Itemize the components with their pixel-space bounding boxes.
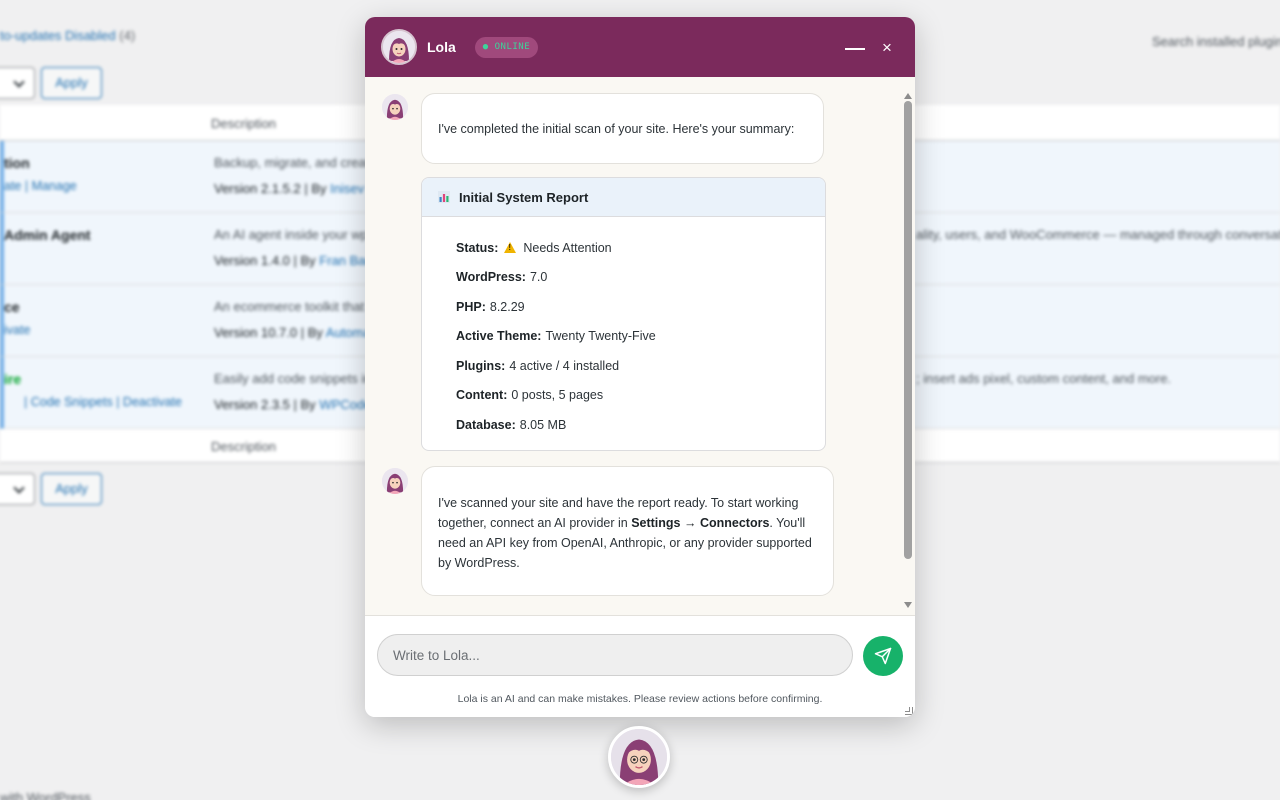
- composer: Lola is an AI and can make mistakes. Ple…: [365, 615, 915, 717]
- report-label: Status:: [456, 240, 499, 255]
- report-body: Status: Needs Attention WordPress: 7.0 P…: [422, 217, 825, 440]
- search-plugins-label: Search installed plugins: [1152, 34, 1280, 49]
- apply-button-bottom[interactable]: Apply: [41, 473, 102, 505]
- agent-avatar-icon: [611, 729, 667, 785]
- agent-message: I've completed the initial scan of your …: [421, 93, 824, 164]
- scroll-thumb[interactable]: [904, 101, 912, 559]
- system-report-card: Initial System Report Status: Needs Atte…: [421, 177, 826, 451]
- report-value: 8.2.29: [489, 299, 525, 314]
- agent-message: I've scanned your site and have the repo…: [421, 466, 834, 596]
- plugin-version: Version 10.7.0 | By Automat: [214, 325, 374, 340]
- online-status-badge: ● ONLINE: [474, 36, 539, 58]
- report-value: Twenty Twenty-Five: [545, 329, 656, 344]
- report-value: 7.0: [529, 270, 548, 285]
- plugin-description: Backup, migrate, and create: [214, 155, 377, 170]
- auto-updates-filter[interactable]: to-updates Disabled (4): [0, 28, 135, 43]
- auto-updates-count: (4): [119, 28, 136, 43]
- plugin-version: Version 2.3.5 | By WPCode: [214, 397, 371, 412]
- message-input[interactable]: [377, 634, 853, 676]
- report-label: Content:: [456, 388, 508, 403]
- report-label: Active Theme:: [456, 329, 542, 344]
- scroll-up-arrow-icon[interactable]: [904, 93, 912, 99]
- warning-icon: [504, 242, 517, 254]
- plugin-name: Admin Agent: [4, 227, 91, 243]
- send-button[interactable]: [863, 636, 903, 676]
- version-text: Version 10.7.0 | By: [214, 325, 323, 340]
- report-item-wordpress: WordPress: 7.0: [456, 263, 825, 293]
- chat-header: Lola ● ONLINE ×: [365, 17, 915, 77]
- chat-widget: Lola ● ONLINE × I've completed the initi…: [365, 17, 915, 717]
- plugin-actions[interactable]: | Code Snippets | Deactivate: [24, 395, 182, 409]
- report-label: Plugins:: [456, 358, 506, 373]
- version-text: Version 2.1.5.2 | By: [214, 181, 327, 196]
- report-label: WordPress:: [456, 270, 526, 285]
- plugin-description-tail: ality, users, and WooCommerce — managed …: [916, 227, 1280, 242]
- report-value: 4 active / 4 installed: [509, 358, 620, 373]
- plugin-description-tail: ; insert ads pixel, custom content, and …: [916, 371, 1172, 386]
- plugin-actions[interactable]: ate | Manage: [4, 179, 77, 193]
- plugin-name: ce: [4, 299, 20, 315]
- report-item-php: PHP: 8.2.29: [456, 292, 825, 322]
- report-header: Initial System Report: [422, 178, 825, 217]
- report-value: Needs Attention: [523, 240, 612, 255]
- apply-button-top[interactable]: Apply: [41, 67, 102, 99]
- report-value: 0 posts, 5 pages: [511, 388, 604, 403]
- scroll-down-arrow-icon[interactable]: [904, 602, 912, 608]
- ai-disclaimer: Lola is an AI and can make mistakes. Ple…: [457, 693, 823, 705]
- plugin-actions[interactable]: ivate: [4, 323, 30, 337]
- send-icon: [874, 647, 892, 665]
- plugin-description: An AI agent inside your wp: [214, 227, 368, 242]
- version-text: Version 1.4.0 | By: [214, 253, 316, 268]
- plugin-name: tion: [4, 155, 30, 171]
- report-label: PHP:: [456, 299, 486, 314]
- message-avatar: [382, 94, 408, 120]
- plugin-name: ire: [4, 371, 22, 387]
- footer-credit: with WordPress: [0, 790, 91, 800]
- plugin-version: Version 1.4.0 | By Fran Barbe: [214, 253, 384, 268]
- chat-launcher-button[interactable]: [608, 726, 670, 788]
- agent-name: Lola: [427, 39, 456, 55]
- plugin-description: Easily add code snippets in: [214, 371, 372, 386]
- bulk-actions-select-top[interactable]: [0, 67, 35, 99]
- report-title: Initial System Report: [459, 189, 589, 205]
- author-link[interactable]: WPCode: [319, 397, 371, 412]
- resize-handle[interactable]: [905, 707, 913, 715]
- report-item-theme: Active Theme: Twenty Twenty-Five: [456, 322, 825, 352]
- message-avatar: [382, 468, 408, 494]
- report-label: Database:: [456, 417, 516, 432]
- settings-path: Settings → Connectors: [631, 516, 770, 530]
- column-description-footer: Description: [211, 439, 277, 454]
- report-item-content: Content: 0 posts, 5 pages: [456, 381, 825, 411]
- report-item-database: Database: 8.05 MB: [456, 410, 825, 440]
- plugin-version: Version 2.1.5.2 | By Inisev: [214, 181, 364, 196]
- message-scrollbar[interactable]: [904, 93, 912, 615]
- report-item-status: Status: Needs Attention: [456, 233, 825, 263]
- bulk-actions-select-bottom[interactable]: [0, 473, 35, 505]
- message-list[interactable]: I've completed the initial scan of your …: [365, 77, 915, 615]
- close-icon: ×: [882, 38, 892, 57]
- agent-avatar: [381, 29, 417, 65]
- report-value: 8.05 MB: [519, 417, 567, 432]
- bar-chart-icon: [438, 191, 450, 203]
- close-button[interactable]: ×: [876, 37, 898, 59]
- report-item-plugins: Plugins: 4 active / 4 installed: [456, 351, 825, 381]
- column-description: Description: [211, 116, 277, 131]
- auto-updates-label: to-updates Disabled: [0, 28, 116, 43]
- author-link[interactable]: Inisev: [330, 181, 364, 196]
- version-text: Version 2.3.5 | By: [214, 397, 316, 412]
- plugin-description: An ecommerce toolkit that: [214, 299, 365, 314]
- minimize-button[interactable]: [844, 37, 866, 59]
- message-text: I've completed the initial scan of your …: [438, 122, 795, 136]
